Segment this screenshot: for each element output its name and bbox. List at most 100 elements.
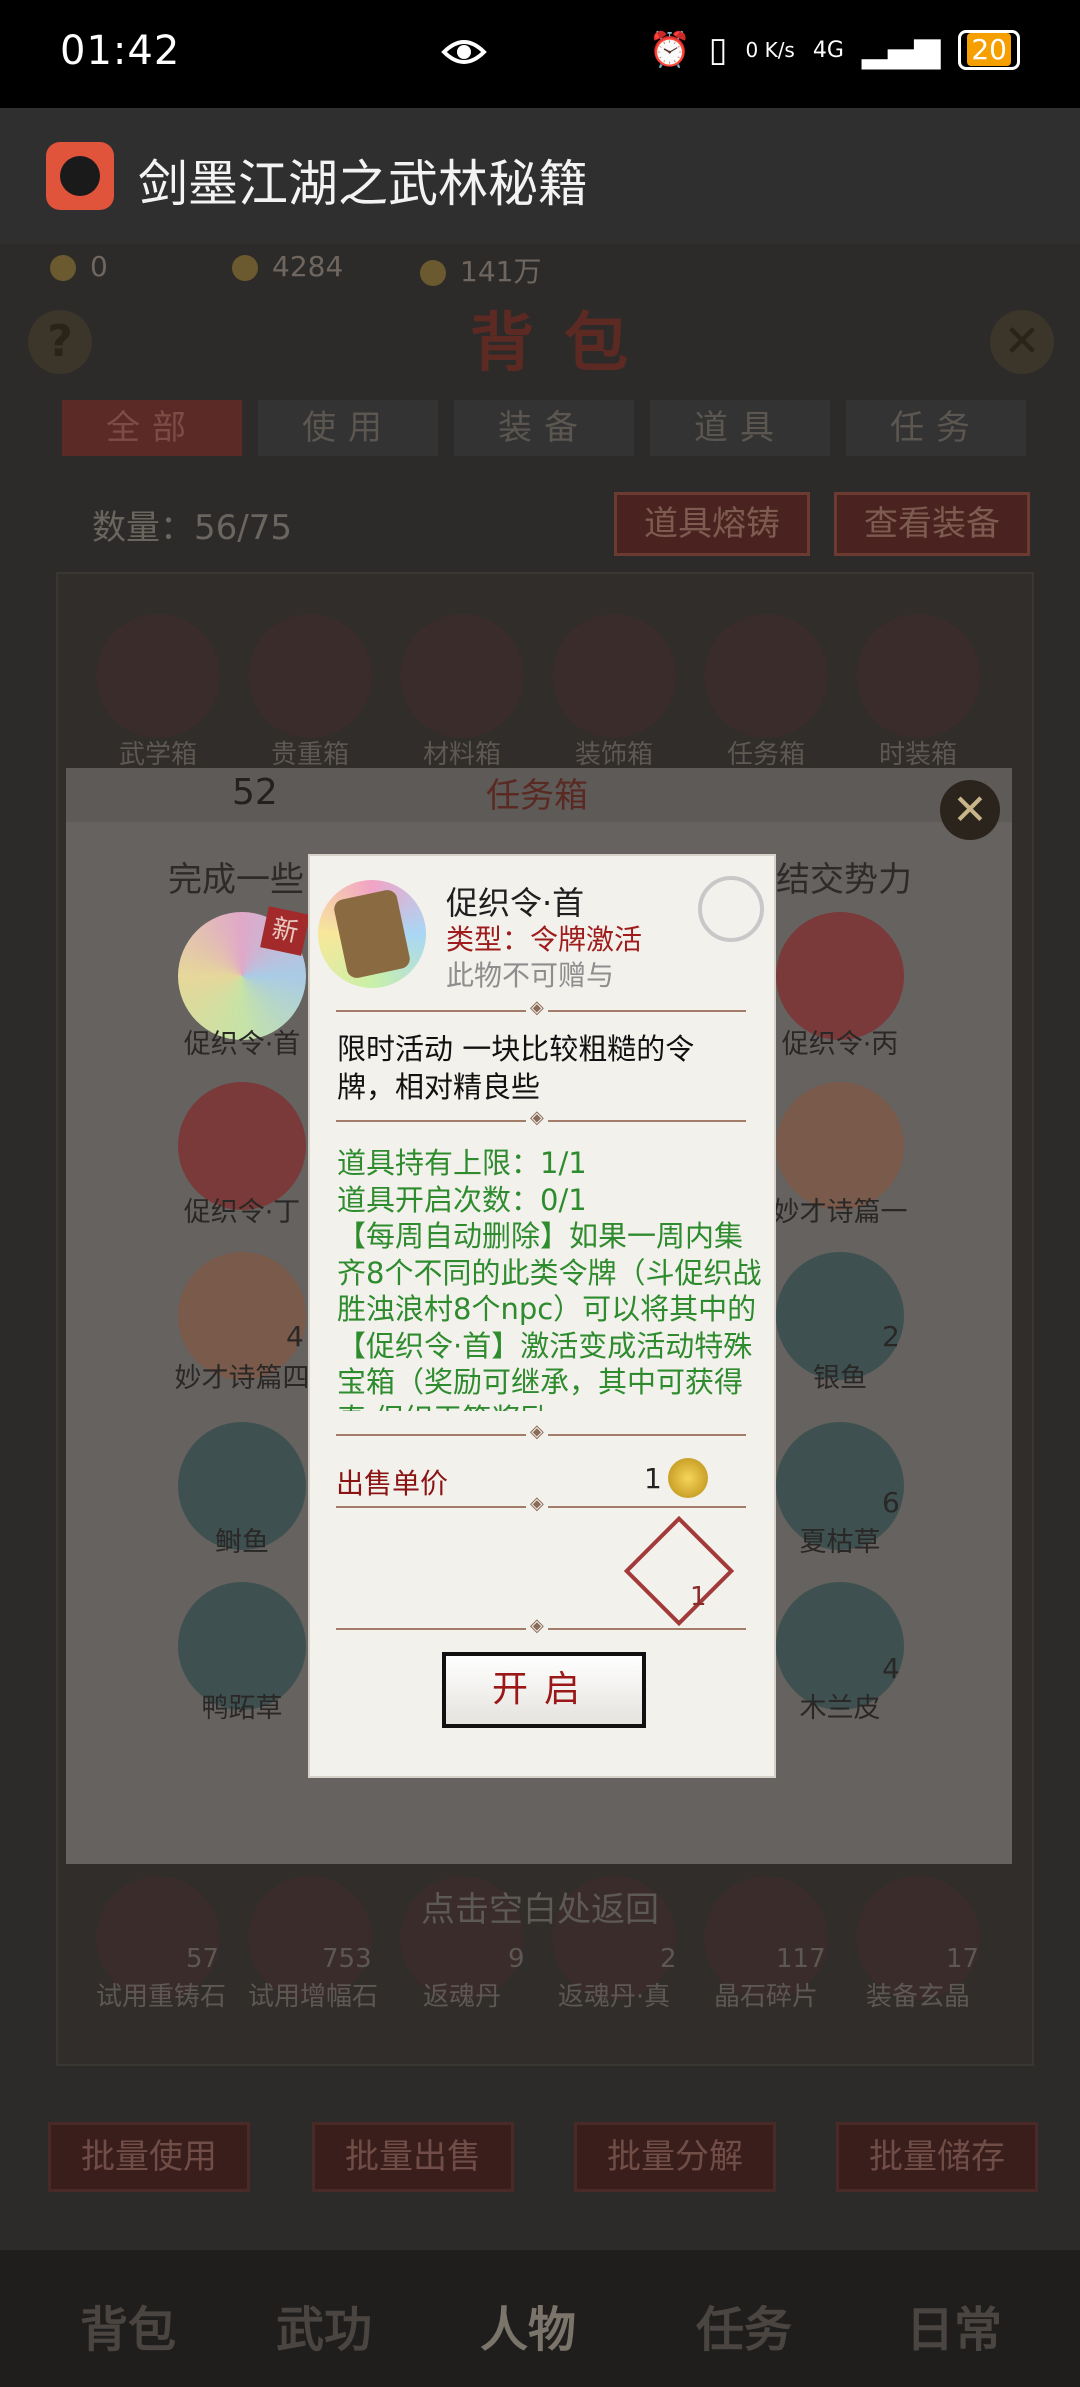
resource-ingot: 4284 <box>232 250 343 283</box>
view-equipment-button[interactable]: 查看装备 <box>834 492 1030 556</box>
vibrate-icon: ▯ <box>708 30 728 70</box>
bag-count: 数量：56/75 <box>92 508 292 548</box>
item-count: 753 <box>322 1944 372 1974</box>
task-box-count: 52 <box>232 772 278 813</box>
nav-daily[interactable]: 日常 <box>906 2290 1002 2360</box>
app-icon <box>46 142 114 210</box>
share-icon[interactable] <box>698 876 764 942</box>
coin-icon <box>50 255 76 281</box>
bag-slot-material-box[interactable] <box>400 614 524 738</box>
item-count: 57 <box>186 1944 220 1974</box>
resource-gold: 141万 <box>420 250 541 290</box>
new-badge: 新 <box>260 906 310 956</box>
slot-label: 晶石碎片 <box>713 1982 818 2012</box>
battery-icon: 20 <box>958 30 1020 70</box>
task-item-label: 促织令·丙 <box>781 1029 899 1060</box>
slot-label: 时装箱 <box>878 740 957 770</box>
item-type: 类型：令牌激活 <box>446 923 643 956</box>
nav-tasks[interactable]: 任务 <box>696 2290 792 2360</box>
ingot-icon <box>232 255 258 281</box>
task-item-label: 促织令·丁 <box>183 1197 301 1228</box>
task-item-label: 妙才诗篇一 <box>772 1197 908 1228</box>
item-attributes[interactable]: 道具持有上限：1/1 道具开启次数：0/1 【每周自动删除】如果一周内集齐8个不… <box>337 1145 767 1411</box>
tab-equipment[interactable]: 装备 <box>454 400 634 456</box>
task-box-desc-right: 结交势力 <box>776 860 912 900</box>
batch-sell-button[interactable]: 批量出售 <box>312 2122 514 2192</box>
batch-store-button[interactable]: 批量储存 <box>836 2122 1038 2192</box>
task-item-label: 妙才诗篇四 <box>174 1363 310 1394</box>
divider <box>336 1493 746 1514</box>
status-icons: ⏰ ▯ 0 K/s 4G ▂▄▆ 20 <box>648 30 1020 70</box>
bag-slot-fashion-box[interactable] <box>856 614 980 738</box>
net-speed: 0 K/s <box>745 38 795 62</box>
open-button[interactable]: 开启 <box>442 1652 646 1728</box>
tab-props[interactable]: 道具 <box>650 400 830 456</box>
help-button[interactable]: ? <box>28 310 92 374</box>
slot-label: 试用重铸石 <box>95 1982 226 2012</box>
divider <box>336 997 746 1018</box>
item-gift-restriction: 此物不可赠与 <box>446 959 615 992</box>
open-times: 道具开启次数：0/1 <box>337 1182 587 1217</box>
task-box-title: 任务箱 <box>486 776 588 816</box>
task-item-count: 6 <box>882 1486 900 1519</box>
divider <box>336 1421 746 1442</box>
item-count: 2 <box>660 1944 677 1974</box>
item-forge-button[interactable]: 道具熔铸 <box>614 492 810 556</box>
task-item-label: 银鱼 <box>813 1363 867 1394</box>
task-item-label: 鸭跖草 <box>201 1693 283 1724</box>
task-item-label: 促织令·首 <box>183 1029 301 1060</box>
gold-icon <box>420 260 446 286</box>
task-box-desc-left: 完成一些 <box>168 860 304 900</box>
task-item-count: 4 <box>882 1652 900 1685</box>
slot-label: 任务箱 <box>726 740 805 770</box>
network-type: 4G <box>812 37 844 63</box>
item-count: 17 <box>946 1944 980 1974</box>
nav-martial-arts[interactable]: 武功 <box>276 2290 372 2360</box>
bag-slot-wuxue-box[interactable] <box>96 614 220 738</box>
task-item-label: 鲥鱼 <box>215 1527 269 1558</box>
slot-label: 试用增幅石 <box>247 1982 378 2012</box>
bag-slot-decoration-box[interactable] <box>552 614 676 738</box>
alarm-icon: ⏰ <box>648 30 691 70</box>
divider <box>336 1107 746 1128</box>
divider <box>336 1615 746 1636</box>
task-item-label: 木兰皮 <box>799 1693 881 1724</box>
slot-label: 返魂丹 <box>422 1982 501 2012</box>
clock: 01:42 <box>60 28 181 74</box>
bag-slot-valuable-box[interactable] <box>248 614 372 738</box>
signal-icon: ▂▄▆ <box>861 30 941 70</box>
bag-close-button[interactable]: ✕ <box>990 310 1054 374</box>
close-icon[interactable]: ✕ <box>940 780 1000 840</box>
battery-level: 20 <box>967 33 1011 66</box>
slot-label: 装备玄晶 <box>865 1982 970 2012</box>
sell-price-value: 1 <box>644 1462 662 1495</box>
batch-use-button[interactable]: 批量使用 <box>48 2122 250 2192</box>
nav-character[interactable]: 人物 <box>480 2290 576 2360</box>
status-bar: 01:42 ⏰ ▯ 0 K/s 4G ▂▄▆ 20 <box>0 0 1080 108</box>
task-item-count: 2 <box>882 1320 900 1353</box>
eye-icon <box>441 40 487 64</box>
item-count: 117 <box>776 1944 826 1974</box>
slot-label: 武学箱 <box>118 740 197 770</box>
app-title: 剑墨江湖之武林秘籍 <box>138 155 588 213</box>
resource-silver: 0 <box>50 250 108 283</box>
batch-decompose-button[interactable]: 批量分解 <box>574 2122 776 2192</box>
gift-count: 1 <box>690 1582 707 1612</box>
task-item-label: 夏枯草 <box>799 1527 881 1558</box>
tap-blank-return-hint[interactable]: 点击空白处返回 <box>0 1882 1080 1931</box>
item-description: 限时活动 一块比较粗糙的令牌，相对精良些 <box>337 1032 695 1104</box>
tab-quest[interactable]: 任务 <box>846 400 1026 456</box>
tab-use[interactable]: 使用 <box>258 400 438 456</box>
bag-slot-task-box[interactable] <box>704 614 828 738</box>
slot-label: 贵重箱 <box>270 740 349 770</box>
hold-limit: 道具持有上限：1/1 <box>337 1146 587 1180</box>
task-item-cuzhi-bing[interactable] <box>776 912 904 1040</box>
slot-label: 返魂丹·真 <box>557 1982 671 2012</box>
weekly-note: 【每周自动删除】如果一周内集齐8个不同的此类令牌（斗促织战胜浊浪村8个npc）可… <box>337 1219 762 1411</box>
slot-label: 材料箱 <box>422 740 501 770</box>
sell-price-label: 出售单价 <box>336 1467 449 1500</box>
nav-bag[interactable]: 背包 <box>80 2290 176 2360</box>
tab-all[interactable]: 全部 <box>62 400 242 456</box>
item-count: 9 <box>508 1944 525 1974</box>
coin-icon <box>668 1458 708 1498</box>
